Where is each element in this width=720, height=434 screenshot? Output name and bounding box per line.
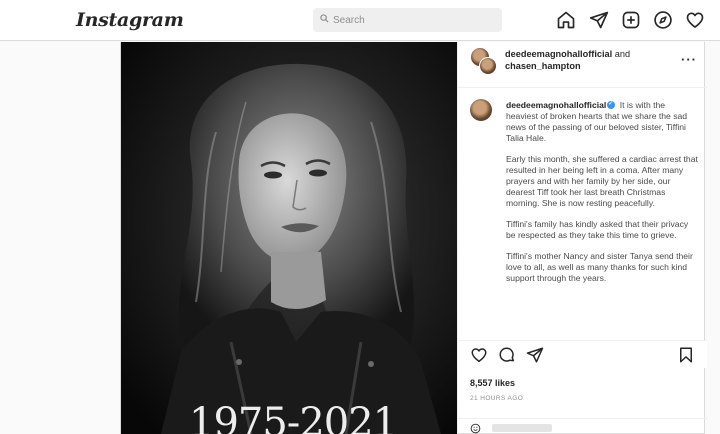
author-line: deedeemagnohallofficial and chasen_hampt… [505, 48, 675, 72]
post-card: 1975-2021 deedeemagnohallofficial and ch… [120, 42, 707, 434]
author-avatars[interactable] [470, 47, 498, 75]
avatar[interactable] [479, 57, 497, 75]
avatar[interactable] [470, 99, 492, 121]
more-options-button[interactable]: ··· [681, 52, 697, 67]
caption-text: deedeemagnohallofficial It is with the h… [506, 99, 698, 294]
nav-icons [556, 10, 706, 32]
save-icon[interactable] [677, 346, 695, 364]
coauthor-username[interactable]: chasen_hampton [505, 61, 581, 71]
likes-count[interactable]: 8,557 likes [470, 378, 515, 388]
search-box[interactable] [313, 8, 502, 32]
instagram-logo[interactable]: Instagram [76, 9, 184, 31]
caption-username[interactable]: deedeemagnohallofficial [506, 100, 606, 110]
caption-paragraph: Early this month, she suffered a cardiac… [506, 154, 698, 208]
comment-icon[interactable] [498, 346, 516, 364]
home-icon[interactable] [556, 10, 576, 30]
explore-icon[interactable] [653, 10, 673, 30]
verified-badge-icon [607, 99, 616, 110]
post-header: deedeemagnohallofficial and chasen_hampt… [458, 42, 707, 88]
search-input[interactable] [333, 12, 493, 28]
activity-icon[interactable] [685, 10, 705, 30]
comment-input[interactable] [492, 424, 552, 432]
direct-icon[interactable] [589, 10, 609, 30]
portrait-image [121, 42, 457, 434]
add-comment-bar [458, 418, 707, 434]
memorial-years-text: 1975-2021 [189, 400, 398, 434]
post-timestamp[interactable]: 21 HOURS AGO [470, 395, 523, 402]
caption-paragraph: Tiffini's family has kindly asked that t… [506, 219, 689, 240]
top-nav: Instagram [0, 0, 720, 41]
emoji-icon[interactable] [470, 423, 481, 434]
post-photo[interactable]: 1975-2021 [121, 42, 457, 434]
caption-section[interactable]: deedeemagnohallofficial It is with the h… [458, 88, 707, 373]
post-sidebar: deedeemagnohallofficial and chasen_hampt… [457, 42, 707, 434]
search-icon [320, 14, 329, 23]
author-username[interactable]: deedeemagnohallofficial [505, 49, 612, 59]
share-icon[interactable] [526, 346, 544, 364]
new-post-icon[interactable] [621, 10, 641, 30]
caption-paragraph: Tiffini's mother Nancy and sister Tanya … [506, 251, 693, 283]
like-icon[interactable] [470, 346, 488, 364]
and-text: and [612, 49, 631, 59]
post-actions [458, 340, 707, 368]
